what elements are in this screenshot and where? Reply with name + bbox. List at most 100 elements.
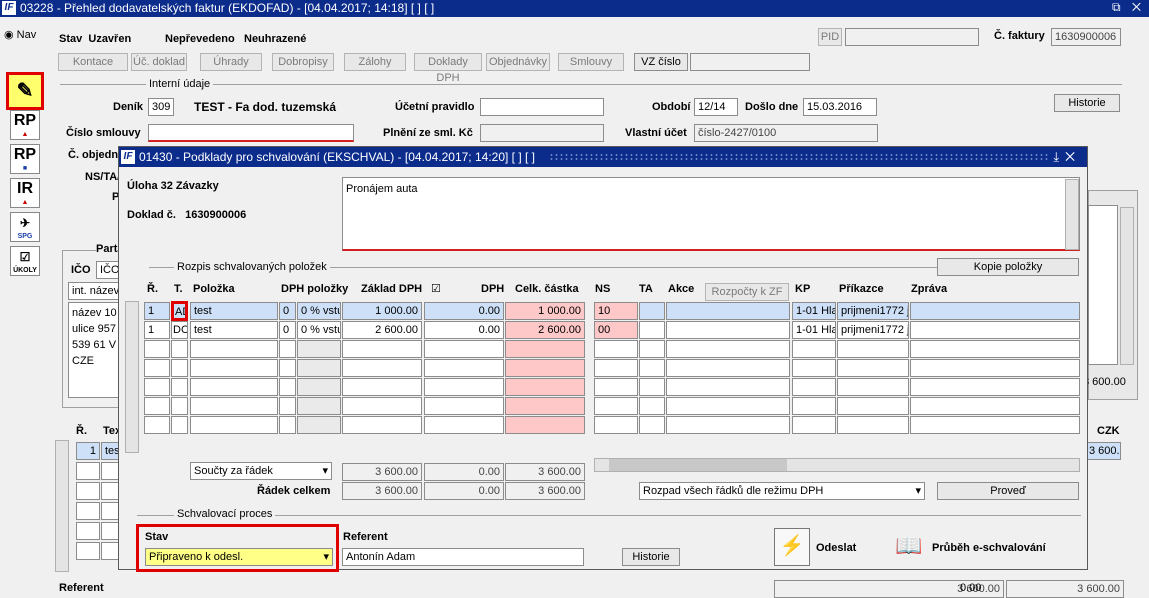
plneni-input[interactable] [480, 124, 604, 142]
dobropisy-button[interactable]: Dobropisy [272, 53, 334, 71]
table-row[interactable] [342, 416, 422, 434]
row2-prikazce[interactable]: prijmeni1772 ji [837, 321, 909, 339]
table-row[interactable] [639, 378, 665, 396]
table-row[interactable] [639, 359, 665, 377]
row2-t[interactable]: DC [171, 321, 188, 339]
table-row[interactable] [837, 359, 909, 377]
smlouva-input[interactable] [148, 124, 354, 142]
rp-cz-button[interactable]: RP ▲ [10, 110, 40, 140]
table-row[interactable] [424, 340, 504, 358]
table-row[interactable] [76, 542, 100, 560]
table-row[interactable] [505, 340, 585, 358]
table-row[interactable] [190, 359, 278, 377]
ico-input[interactable]: IČO [96, 261, 120, 279]
table-row[interactable] [792, 416, 836, 434]
table-row[interactable] [342, 378, 422, 396]
soucty-select[interactable]: Součty za řádek ▾ [190, 462, 332, 480]
vz-cislo-input[interactable] [690, 53, 810, 71]
partner-name-input[interactable]: int. název [68, 282, 120, 300]
row2-polozka[interactable]: test [190, 321, 278, 339]
row2-akce[interactable] [666, 321, 790, 339]
table-row[interactable] [279, 378, 296, 396]
table-row[interactable] [144, 378, 170, 396]
ir-cz-button[interactable]: IR ▲ [10, 178, 40, 208]
stav-select[interactable]: Připraveno k odesl. ▾ [145, 548, 333, 566]
row2-zprava[interactable] [910, 321, 1080, 339]
table-row[interactable] [342, 359, 422, 377]
table-row[interactable] [171, 397, 188, 415]
table-row[interactable] [792, 340, 836, 358]
row1-prikazce[interactable]: prijmeni1772 ji [837, 302, 909, 320]
row1-ta[interactable] [639, 302, 665, 320]
table-row[interactable] [639, 397, 665, 415]
table-row[interactable] [297, 397, 341, 415]
table-row[interactable] [297, 340, 341, 358]
grid-left-scrollbar[interactable] [125, 301, 139, 453]
window-controls[interactable]: ⧉ ✕ [1112, 0, 1145, 15]
row2-dphp[interactable]: 0 % vstu [297, 321, 341, 339]
bottom-left-scrollbar[interactable] [55, 440, 69, 572]
table-row[interactable] [666, 340, 790, 358]
table-row[interactable] [76, 522, 100, 540]
referent-input[interactable]: Antonín Adam [342, 548, 584, 566]
table-row[interactable] [101, 542, 119, 560]
row2-ta[interactable] [639, 321, 665, 339]
kopie-polozky-button[interactable]: Kopie položky [937, 258, 1079, 276]
historie-button-main[interactable]: Historie [1054, 94, 1120, 112]
spg-button[interactable]: ✈ SPG [10, 212, 40, 242]
table-row[interactable] [424, 397, 504, 415]
edit-tool-button[interactable]: ✎ [6, 72, 44, 110]
obdobi-input[interactable]: 12/14 [694, 98, 738, 116]
table-row[interactable] [190, 416, 278, 434]
objednavky-button[interactable]: Objednávky [486, 53, 550, 71]
table-row[interactable] [666, 416, 790, 434]
pid-input[interactable] [845, 28, 979, 46]
table-row[interactable] [505, 397, 585, 415]
table-row[interactable] [279, 359, 296, 377]
table-row[interactable] [792, 359, 836, 377]
kontace-button[interactable]: Kontace [58, 53, 128, 71]
table-row[interactable] [424, 359, 504, 377]
table-row[interactable] [505, 416, 585, 434]
table-row[interactable] [101, 462, 119, 480]
table-row[interactable] [171, 378, 188, 396]
table-row[interactable] [910, 397, 1080, 415]
table-row[interactable] [639, 340, 665, 358]
h-scroll-thumb[interactable] [609, 459, 787, 471]
table-row[interactable] [666, 359, 790, 377]
smlouvy-button[interactable]: Smlouvy [558, 53, 624, 71]
odeslat-button[interactable]: Odeslat [816, 542, 856, 554]
table-row[interactable] [101, 482, 119, 500]
bottom-row1-text[interactable]: tes [101, 442, 119, 460]
note-scrollbar[interactable] [1065, 179, 1079, 250]
table-row[interactable] [279, 416, 296, 434]
table-row[interactable] [190, 378, 278, 396]
table-row[interactable] [144, 416, 170, 434]
table-row[interactable] [144, 340, 170, 358]
table-row[interactable] [101, 502, 119, 520]
table-row[interactable] [594, 416, 638, 434]
right-scrollbar[interactable] [1120, 207, 1134, 365]
row2-ns[interactable]: 00 [594, 321, 638, 339]
bottom-row1-num[interactable]: 1 [76, 442, 100, 460]
row1-polozka[interactable]: test [190, 302, 278, 320]
zalohy-button[interactable]: Zálohy [344, 53, 406, 71]
table-row[interactable] [144, 359, 170, 377]
table-row[interactable] [666, 378, 790, 396]
historie-button-dialog[interactable]: Historie [622, 548, 680, 566]
tasks-button[interactable]: ☑ ÚKOLY [10, 246, 40, 276]
table-row[interactable] [594, 397, 638, 415]
dialog-close-icon[interactable]: ⤓✕ [1053, 149, 1081, 165]
nav-radio[interactable]: ◉ Nav [4, 28, 36, 41]
row1-akce[interactable] [666, 302, 790, 320]
table-row[interactable] [910, 378, 1080, 396]
table-row[interactable] [505, 359, 585, 377]
table-row[interactable] [171, 340, 188, 358]
row2-dph0[interactable]: 0 [279, 321, 296, 339]
bottom-row1-czk[interactable]: 3 600.00 [1085, 442, 1121, 460]
row1-dph[interactable]: 0.00 [424, 302, 504, 320]
vz-cislo-button[interactable]: VZ číslo [634, 53, 688, 71]
table-row[interactable] [837, 416, 909, 434]
row1-t[interactable]: AD [171, 301, 188, 321]
ucetni-input[interactable] [480, 98, 604, 116]
